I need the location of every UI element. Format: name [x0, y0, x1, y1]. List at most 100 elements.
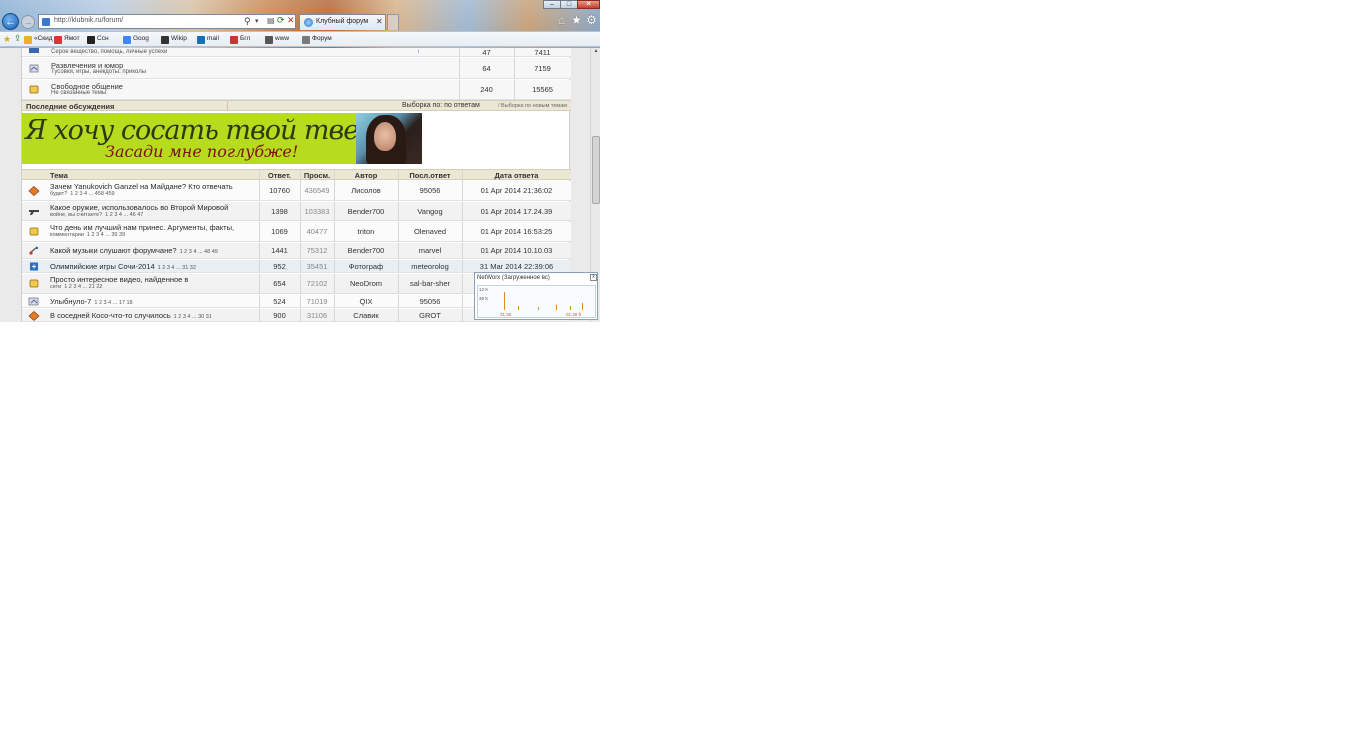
last-poster-link[interactable]: 95056 — [398, 186, 462, 195]
table-row[interactable]: Какой музыки слушают форумчане? 1 2 3 4 .… — [22, 243, 571, 259]
last-poster-link[interactable]: marvel — [398, 246, 462, 255]
minimize-button[interactable]: – — [543, 0, 561, 9]
topic-pages[interactable]: войне, вы считаете? 1 2 3 4 ... 46 47 — [50, 212, 143, 218]
last-poster-link[interactable]: Olenaved — [398, 227, 462, 236]
favorite-label: Ямот — [64, 35, 80, 42]
favorites-icon[interactable]: ★ — [3, 34, 11, 45]
graph-spike — [582, 303, 583, 310]
topic-title-line2[interactable]: будет? — [50, 191, 67, 197]
topic-page-links[interactable]: 1 2 3 4 ... 21 22 — [64, 284, 102, 290]
topic-title-line2[interactable]: комментарии — [50, 232, 84, 238]
search-icon[interactable]: ⚲ — [244, 16, 251, 27]
topic-page-links[interactable]: 1 2 3 4 ... 458 459 — [70, 191, 114, 197]
topic-page-links[interactable]: 1 2 3 4 ... 39 39 — [87, 232, 125, 238]
topic-title-link[interactable]: Олимпийские игры Сочи-2014 1 2 3 4 ... 31… — [50, 262, 196, 271]
topic-title-link[interactable]: Улыбнуло-7 1 2 3 4 ... 17 18 — [50, 297, 133, 306]
author-link[interactable]: Bender700 — [334, 207, 398, 216]
close-icon[interactable]: x — [590, 274, 597, 281]
networx-popup[interactable]: NetWorx (Загруженное вс) x 12 K 35 K 21:… — [474, 272, 598, 320]
ad-banner[interactable]: Я хочу сосать твой твердый член! Засади … — [22, 113, 422, 164]
author-link[interactable]: NeoDrom — [334, 279, 398, 288]
favorites-star-icon[interactable]: ★ — [570, 14, 583, 27]
topic-pages[interactable]: сети 1 2 3 4 ... 21 22 — [50, 284, 102, 290]
graph-label: 35 K — [479, 296, 489, 301]
favorite-link[interactable]: Бгл — [230, 35, 250, 45]
topic-title-link[interactable]: Что день им лучший нам принес. Аргументы… — [50, 223, 234, 232]
back-button[interactable]: ← — [2, 13, 19, 30]
topic-title-text[interactable]: Улыбнуло-7 — [50, 297, 91, 306]
table-row[interactable]: Какое оружие, использовалось во Второй М… — [22, 202, 571, 221]
column-header-views[interactable]: Просм. — [300, 171, 334, 180]
favorite-link[interactable]: «Скид — [24, 35, 53, 45]
maximize-button[interactable]: □ — [560, 0, 578, 9]
home-icon[interactable]: ⌂ — [555, 14, 568, 27]
favorite-label: www — [275, 35, 290, 42]
address-url[interactable]: http://klubnik.ru/forum/ — [54, 17, 123, 24]
topic-pages[interactable]: будет? 1 2 3 4 ... 458 459 — [50, 191, 115, 197]
topic-title-link[interactable]: Просто интересное видео, найденное в — [50, 275, 188, 284]
close-tab-icon[interactable]: ✕ — [376, 17, 383, 26]
topic-title-line2[interactable]: сети — [50, 284, 61, 290]
add-favorite-icon[interactable]: ⇪ — [14, 33, 22, 44]
column-header-replies[interactable]: Ответ. — [259, 171, 300, 180]
tab-forum[interactable]: Клубный форум ✕ — [299, 14, 386, 30]
author-link[interactable]: Лисолов — [334, 186, 398, 195]
scrollbar-thumb[interactable] — [592, 136, 600, 204]
topic-title-link[interactable]: В соседней Косо-что-то случилось 1 2 3 4 … — [50, 311, 212, 320]
new-tab-button[interactable] — [387, 14, 399, 30]
favorite-link[interactable]: mail — [197, 35, 219, 45]
category-row[interactable]: Развлечения и юмор Тусовки, игры, анекдо… — [22, 58, 571, 79]
author-link[interactable]: QIX — [334, 297, 398, 306]
favorite-link[interactable]: Ямот — [54, 35, 80, 45]
topic-page-links[interactable]: 1 2 3 4 ... 48 49 — [180, 249, 218, 255]
topic-pages[interactable]: комментарии 1 2 3 4 ... 39 39 — [50, 232, 125, 238]
topic-page-links[interactable]: 1 2 3 4 ... 30 31 — [174, 314, 212, 320]
close-window-button[interactable]: ✕ — [577, 0, 600, 9]
table-row[interactable]: Зачем Yanukovich Ganzel на Майдане? Кто … — [22, 181, 571, 201]
forward-button[interactable]: → — [21, 15, 35, 29]
column-header-last-post[interactable]: Посл.ответ — [398, 171, 462, 180]
category-row[interactable]: Серое вещество, помощь, личные успехи 47… — [22, 48, 571, 57]
favorite-link[interactable]: Goog — [123, 35, 149, 45]
favorite-link[interactable]: www — [265, 35, 289, 45]
topic-page-links[interactable]: 1 2 3 4 ... 17 18 — [94, 300, 132, 306]
topic-title-text[interactable]: Какой музыки слушают форумчане? — [50, 246, 177, 255]
last-poster-link[interactable]: meteorolog — [398, 262, 462, 271]
last-poster-link[interactable]: GROT — [398, 311, 462, 320]
table-row[interactable]: Что день им лучший нам принес. Аргументы… — [22, 222, 571, 242]
topic-title-text[interactable]: Олимпийские игры Сочи-2014 — [50, 262, 155, 271]
column-header-topic[interactable]: Тема — [50, 171, 68, 180]
topic-title-text[interactable]: В соседней Косо-что-то случилось — [50, 311, 171, 320]
author-link[interactable]: Фотограф — [334, 262, 398, 271]
favorite-link[interactable]: Ссн — [87, 35, 109, 45]
author-link[interactable]: triton — [334, 227, 398, 236]
column-header-author[interactable]: Автор — [334, 171, 398, 180]
gear-icon[interactable]: ⚙ — [585, 14, 598, 27]
sort-by-replies-link[interactable]: Выборка по: по ответам — [402, 102, 480, 109]
sort-by-new-topics-link[interactable]: / Выборка по новым темам — [498, 103, 567, 109]
topic-title-line2[interactable]: войне, вы считаете? — [50, 212, 102, 218]
stop-icon[interactable]: ✕ — [287, 15, 295, 26]
last-poster-link[interactable]: sal-bar-sher — [398, 279, 462, 288]
author-link[interactable]: Bender700 — [334, 246, 398, 255]
author-link[interactable]: Славик — [334, 311, 398, 320]
address-bar[interactable]: http://klubnik.ru/forum/ ⚲ ▾ ▤ ⟳ ✕ — [38, 14, 296, 29]
favorite-link[interactable]: Wikip — [161, 35, 187, 45]
favorite-link[interactable]: Форум — [302, 35, 332, 45]
topic-title-link[interactable]: Какой музыки слушают форумчане? 1 2 3 4 .… — [50, 246, 218, 255]
scroll-up-arrow-icon[interactable]: ▲ — [592, 48, 600, 56]
compatibility-view-icon[interactable]: ▤ — [267, 16, 275, 25]
chevron-down-icon[interactable]: ▾ — [255, 17, 259, 25]
latest-discussions-title: Последние обсуждения — [26, 102, 115, 111]
category-row[interactable]: Свободное общение Не связанные темы 240 … — [22, 80, 571, 100]
topic-title-link[interactable]: Зачем Yanukovich Ganzel на Майдане? Кто … — [50, 182, 233, 191]
last-poster-link[interactable]: 95056 — [398, 297, 462, 306]
topic-title-link[interactable]: Какое оружие, использовалось во Второй М… — [50, 203, 228, 212]
latest-discussions-header: Последние обсуждения Выборка по: по отве… — [22, 100, 571, 111]
last-poster-link[interactable]: Vangog — [398, 207, 462, 216]
refresh-icon[interactable]: ⟳ — [277, 15, 285, 26]
ad-info-icon[interactable]: i — [418, 49, 419, 55]
column-header-date[interactable]: Дата ответа — [462, 171, 571, 180]
topic-page-links[interactable]: 1 2 3 4 ... 46 47 — [105, 212, 143, 218]
topic-page-links[interactable]: 1 2 3 4 ... 31 32 — [158, 265, 196, 271]
